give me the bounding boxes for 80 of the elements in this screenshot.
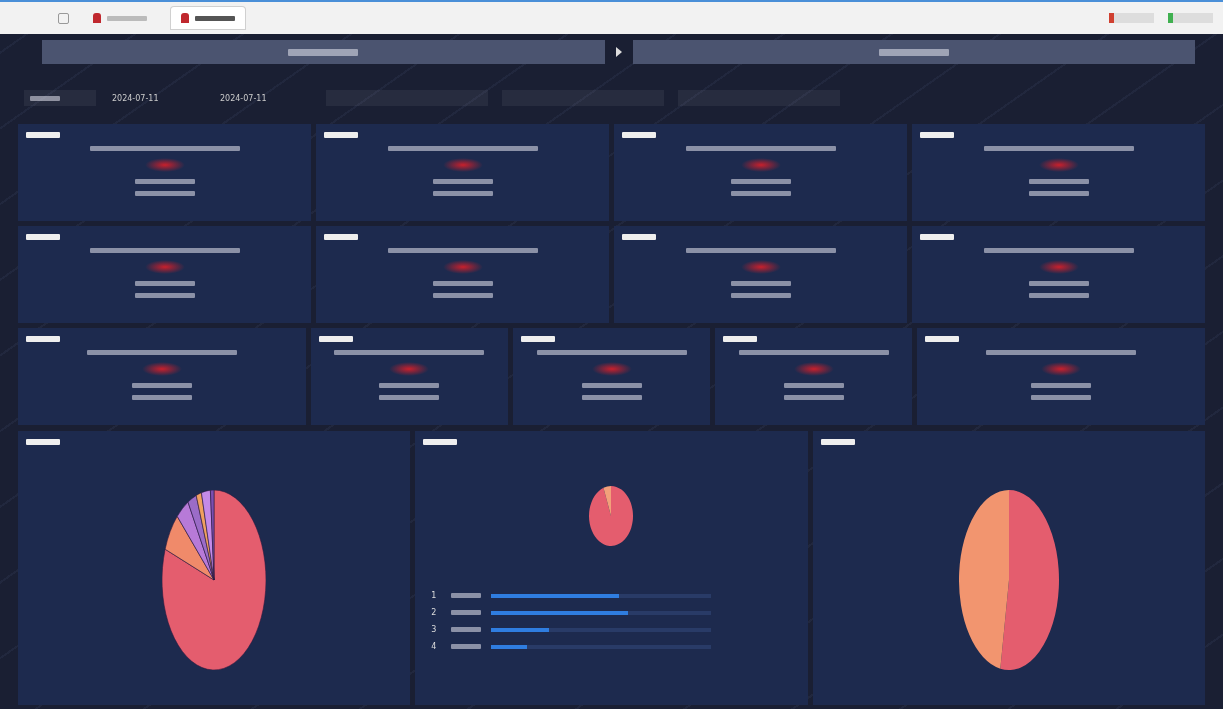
- blurred-text: [134, 191, 195, 196]
- blurred-text: [1031, 395, 1092, 400]
- toolbar-icon[interactable]: [1168, 13, 1213, 23]
- blurred-text: [920, 234, 954, 240]
- toolbar-icon[interactable]: [1109, 13, 1154, 23]
- rank-number: 3: [431, 625, 438, 634]
- blurred-text: [324, 234, 358, 240]
- blurred-mark: [442, 158, 483, 172]
- blurred-text: [730, 191, 791, 196]
- store-select[interactable]: [24, 90, 96, 106]
- blurred-text: [581, 383, 642, 388]
- blurred-text: [379, 395, 440, 400]
- blurred-text: [432, 281, 493, 286]
- blurred-text: [26, 439, 60, 445]
- blurred-text: [134, 293, 195, 298]
- blurred-mark: [1038, 260, 1079, 274]
- blurred-mark: [591, 362, 632, 376]
- blurred-text: [730, 293, 791, 298]
- blurred-text: [432, 293, 493, 298]
- blurred-mark: [389, 362, 430, 376]
- blurred-mark: [1041, 362, 1082, 376]
- blurred-text: [925, 336, 960, 342]
- date-field[interactable]: 2024-07-11: [110, 89, 204, 107]
- blurred-mark: [141, 362, 182, 376]
- blurred-text: [1028, 281, 1089, 286]
- blurred-text: [423, 439, 458, 445]
- blurred-text: [820, 439, 855, 445]
- blurred-text: [878, 48, 949, 56]
- blurred-text: [30, 95, 60, 101]
- blurred-text: [134, 179, 195, 184]
- blurred-text: [622, 132, 656, 138]
- blurred-text: [379, 383, 440, 388]
- blurred-text: [288, 48, 359, 56]
- blurred-text: [730, 179, 791, 184]
- blurred-text: [432, 191, 493, 196]
- blurred-text: [920, 132, 954, 138]
- rank-number: 2: [431, 608, 438, 617]
- blurred-text: [432, 179, 493, 184]
- blurred-text: [26, 234, 60, 240]
- blurred-text: [581, 395, 642, 400]
- blurred-text: [1031, 383, 1092, 388]
- blurred-mark: [740, 260, 781, 274]
- blurred-mark: [144, 260, 185, 274]
- blurred-text: [451, 644, 482, 649]
- blurred-mark: [740, 158, 781, 172]
- home-icon: [181, 13, 189, 23]
- home-icon: [93, 13, 101, 23]
- date-field[interactable]: 2024-07-11: [218, 89, 312, 107]
- blurred-text: [134, 281, 195, 286]
- blurred-mark: [793, 362, 834, 376]
- blurred-text: [107, 15, 147, 21]
- blurred-mark: [442, 260, 483, 274]
- blurred-text: [520, 336, 555, 342]
- blurred-text: [318, 336, 353, 342]
- blurred-mark: [1038, 158, 1079, 172]
- blurred-text: [1028, 179, 1089, 184]
- blurred-text: [1028, 191, 1089, 196]
- blurred-text: [26, 132, 60, 138]
- blurred-text: [131, 395, 192, 400]
- section-banner[interactable]: [42, 40, 605, 64]
- blurred-text: [730, 281, 791, 286]
- browser-tab[interactable]: [171, 7, 245, 29]
- caret-icon[interactable]: [614, 46, 623, 58]
- blurred-text: [451, 593, 482, 598]
- blurred-text: [723, 336, 758, 342]
- blurred-text: [324, 132, 358, 138]
- blurred-text: [195, 15, 235, 21]
- blurred-text: [1028, 293, 1089, 298]
- blurred-text: [783, 383, 844, 388]
- blurred-mark: [144, 158, 185, 172]
- rank-number: 4: [431, 642, 438, 651]
- blurred-text: [26, 336, 60, 342]
- page-icon: [58, 12, 69, 24]
- blurred-text: [451, 627, 482, 632]
- section-banner[interactable]: [632, 40, 1195, 64]
- blurred-text: [451, 610, 482, 615]
- blurred-text: [622, 234, 656, 240]
- blurred-text: [783, 395, 844, 400]
- rank-number: 1: [431, 591, 438, 600]
- blurred-text: [131, 383, 192, 388]
